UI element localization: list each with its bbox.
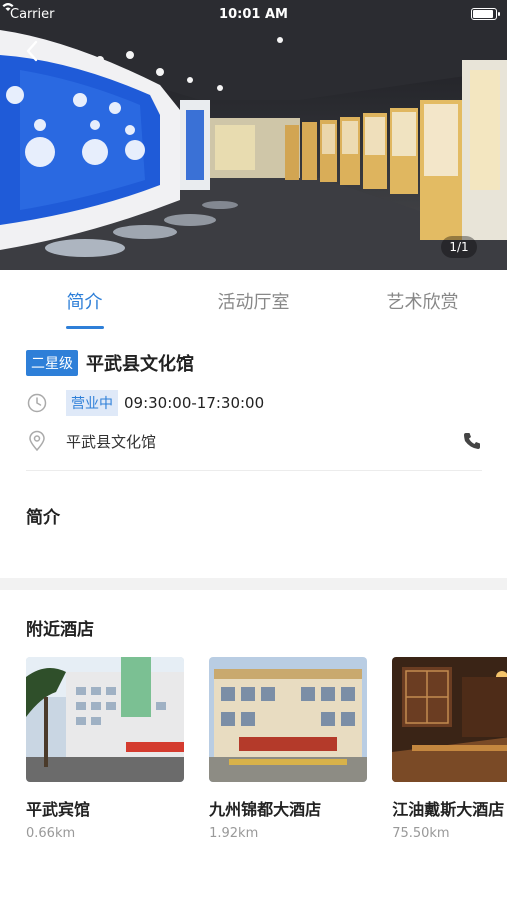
venue-title: 平武县文化馆 <box>86 354 194 375</box>
status-time: 10:01 AM <box>219 6 288 22</box>
venue-address: 平武县文化馆 <box>66 432 157 451</box>
nearby-hotels-heading: 附近酒店 <box>26 620 94 640</box>
divider <box>26 470 482 471</box>
hotel-distance: 1.92km <box>209 826 259 841</box>
status-badge: 营业中 <box>66 390 118 416</box>
hotel-card[interactable]: 江油戴斯大酒店 75.50km <box>392 657 507 841</box>
chevron-left-icon <box>26 40 38 62</box>
tab-activity-rooms[interactable]: 活动厅室 <box>169 272 338 332</box>
venue-info: 二星级 平武县文化馆 营业中 09:30:00-17:30:00 平武县文化馆 <box>26 348 482 460</box>
opening-hours: 09:30:00-17:30:00 <box>124 394 265 412</box>
hotel-name: 平武宾馆 <box>26 800 91 819</box>
clock-icon <box>27 393 47 413</box>
hotel-distance: 0.66km <box>26 826 76 841</box>
hotel-list[interactable]: 平武宾馆 0.66km 九州锦都大酒店 1.92km 江油戴斯大酒店 75.50… <box>26 657 507 847</box>
intro-heading: 简介 <box>26 508 60 528</box>
hotel-card[interactable]: 平武宾馆 0.66km <box>26 657 184 841</box>
image-counter: 1/1 <box>441 236 477 258</box>
status-bar: Carrier 10:01 AM <box>0 0 507 28</box>
hotel-photo <box>209 657 368 782</box>
tab-intro[interactable]: 简介 <box>0 272 169 332</box>
carrier-label: Carrier <box>10 6 55 22</box>
level-badge: 二星级 <box>26 350 78 376</box>
hotel-photo <box>26 657 184 782</box>
section-separator <box>0 578 507 590</box>
museum-hall-photo <box>0 0 507 270</box>
hero-image-gallery[interactable]: Carrier 10:01 AM 1/1 <box>0 0 507 270</box>
location-pin-icon <box>29 430 45 452</box>
hotel-photo <box>392 657 507 782</box>
phone-icon[interactable] <box>462 431 482 451</box>
tab-bar: 简介 活动厅室 艺术欣赏 <box>0 272 507 332</box>
hotel-distance: 75.50km <box>392 826 450 841</box>
hotel-name: 江油戴斯大酒店 <box>392 800 505 819</box>
battery-icon <box>471 8 500 20</box>
wifi-icon <box>2 3 14 11</box>
back-button[interactable] <box>18 36 48 66</box>
hotel-name: 九州锦都大酒店 <box>209 800 322 819</box>
tab-art-appreciation[interactable]: 艺术欣赏 <box>338 272 507 332</box>
hotel-card[interactable]: 九州锦都大酒店 1.92km <box>209 657 368 841</box>
